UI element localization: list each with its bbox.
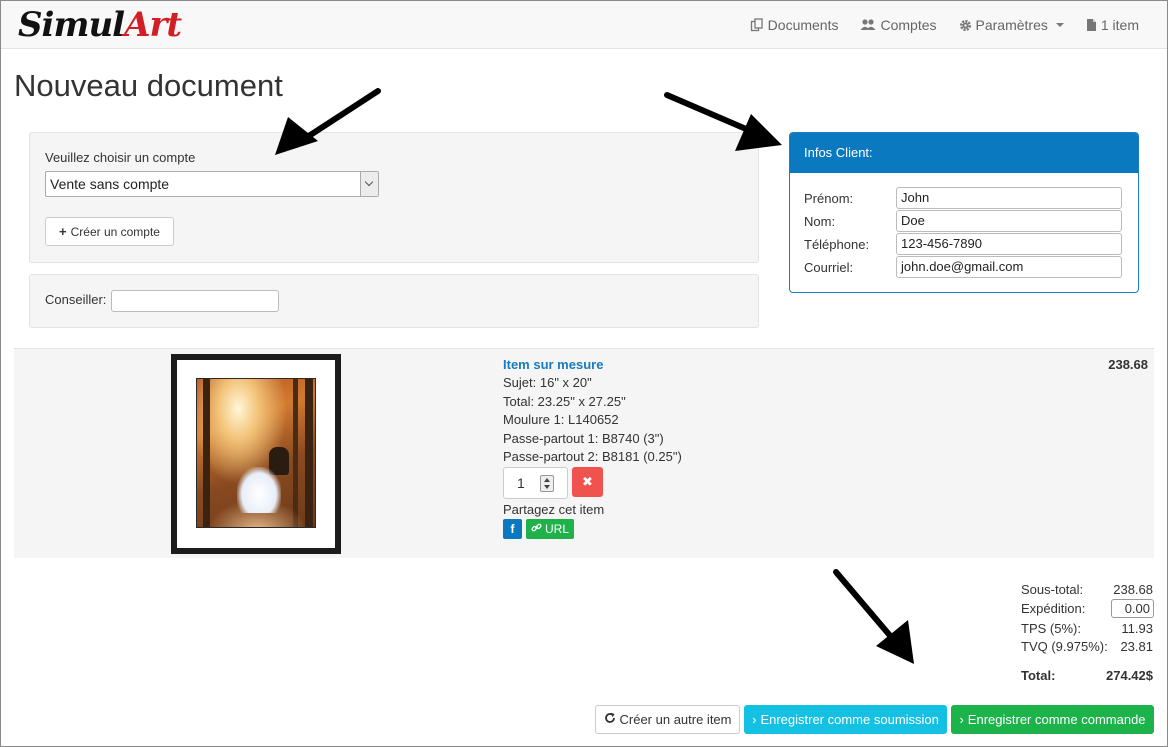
link-icon bbox=[531, 522, 542, 536]
conseiller-input[interactable] bbox=[111, 290, 279, 312]
client-firstname-input[interactable]: John bbox=[896, 187, 1122, 209]
save-as-order-button[interactable]: › Enregistrer comme commande bbox=[951, 705, 1154, 734]
simulart-logo[interactable]: SimulArt bbox=[18, 5, 182, 45]
framed-artwork-preview bbox=[171, 354, 341, 554]
nav-parametres[interactable]: Paramètres bbox=[959, 17, 1064, 33]
wedding-photo bbox=[196, 378, 316, 528]
tps-label: TPS (5%): bbox=[1021, 621, 1081, 636]
account-label: Veuillez choisir un compte bbox=[45, 150, 196, 165]
nav-parametres-label: Paramètres bbox=[975, 17, 1048, 33]
new-item-button[interactable]: Créer un autre item bbox=[595, 705, 740, 734]
facebook-share-button[interactable]: f bbox=[503, 519, 522, 539]
quantity-stepper[interactable]: 1 bbox=[503, 467, 568, 499]
url-share-button[interactable]: URL bbox=[526, 519, 574, 539]
create-account-button[interactable]: + Créer un compte bbox=[45, 217, 174, 246]
account-select-value: Vente sans compte bbox=[50, 176, 170, 192]
save-as-order-label: Enregistrer comme commande bbox=[967, 712, 1146, 727]
users-icon bbox=[860, 18, 876, 32]
share-label: Partagez cet item bbox=[503, 502, 605, 517]
total-value: 274.42$ bbox=[1106, 668, 1153, 683]
shipping-input[interactable]: 0.00 bbox=[1111, 599, 1154, 618]
save-as-quote-button[interactable]: › Enregistrer comme soumission bbox=[744, 705, 947, 734]
facebook-icon: f bbox=[510, 522, 515, 536]
main-nav: Documents Comptes Paramètres 1 item bbox=[750, 1, 1139, 49]
client-lastname-input[interactable]: Doe bbox=[896, 210, 1122, 232]
new-item-label: Créer un autre item bbox=[619, 712, 732, 727]
item-detail-passe-partout-1: Passe-partout 1: B8740 (3") bbox=[503, 431, 664, 446]
account-select[interactable]: Vente sans compte bbox=[45, 171, 379, 197]
item-price: 238.68 bbox=[1108, 357, 1148, 372]
chevron-down-icon bbox=[360, 172, 378, 196]
documents-icon bbox=[750, 18, 764, 32]
client-email-label: Courriel: bbox=[804, 260, 854, 275]
client-phone-input[interactable]: 123-456-7890 bbox=[896, 233, 1122, 255]
file-icon bbox=[1086, 18, 1097, 32]
client-lastname-label: Nom: bbox=[804, 214, 836, 229]
create-account-label: Créer un compte bbox=[70, 224, 160, 239]
nav-documents-label: Documents bbox=[767, 17, 839, 33]
total-label: Total: bbox=[1021, 668, 1056, 683]
url-share-label: URL bbox=[544, 522, 569, 536]
client-info-panel: Infos Client: Prénom: John Nom: Doe Télé… bbox=[789, 132, 1139, 293]
plus-icon: + bbox=[59, 224, 67, 239]
client-info-heading: Infos Client: bbox=[790, 133, 1138, 173]
nav-cart-label: 1 item bbox=[1100, 17, 1139, 33]
nav-cart[interactable]: 1 item bbox=[1086, 17, 1139, 33]
conseiller-label: Conseiller: bbox=[45, 292, 107, 307]
spinner-arrows-icon[interactable] bbox=[540, 475, 554, 492]
tps-value: 11.93 bbox=[1121, 621, 1153, 636]
shipping-label: Expédition: bbox=[1021, 601, 1086, 616]
item-title[interactable]: Item sur mesure bbox=[503, 357, 603, 372]
client-phone-label: Téléphone: bbox=[804, 237, 870, 252]
account-panel: Veuillez choisir un compte Vente sans co… bbox=[29, 132, 759, 263]
remove-item-button[interactable]: ✖ bbox=[572, 467, 603, 497]
close-icon: ✖ bbox=[582, 474, 593, 489]
tvq-value: 23.81 bbox=[1120, 639, 1153, 654]
item-detail-passe-partout-2: Passe-partout 2: B8181 (0.25") bbox=[503, 449, 682, 464]
chevron-right-icon: › bbox=[959, 712, 964, 727]
subtotal-label: Sous-total: bbox=[1021, 582, 1084, 597]
navbar: SimulArt Documents Comptes Paramètres 1 … bbox=[1, 1, 1167, 49]
nav-comptes-label: Comptes bbox=[880, 17, 937, 33]
nav-documents[interactable]: Documents bbox=[750, 17, 839, 33]
chevron-down-icon bbox=[1055, 23, 1064, 27]
subtotal-value: 238.68 bbox=[1113, 582, 1153, 597]
client-firstname-label: Prénom: bbox=[804, 191, 854, 206]
nav-comptes[interactable]: Comptes bbox=[860, 17, 937, 33]
conseiller-panel: Conseiller: bbox=[29, 274, 759, 328]
item-detail-subject: Sujet: 16" x 20" bbox=[503, 375, 592, 390]
quantity-value: 1 bbox=[517, 475, 525, 491]
passe-partout-mat bbox=[177, 360, 335, 548]
item-detail-total: Total: 23.25" x 27.25" bbox=[503, 394, 626, 409]
gear-icon bbox=[959, 19, 972, 32]
save-as-quote-label: Enregistrer comme soumission bbox=[760, 712, 939, 727]
tvq-label: TVQ (9.975%): bbox=[1021, 639, 1108, 654]
arrow-to-save-order-icon bbox=[833, 569, 914, 664]
item-detail-moulure: Moulure 1: L140652 bbox=[503, 412, 619, 427]
client-email-input[interactable]: john.doe@gmail.com bbox=[896, 256, 1122, 278]
chevron-right-icon: › bbox=[752, 712, 757, 727]
refresh-icon bbox=[604, 712, 616, 727]
page-title: Nouveau document bbox=[14, 68, 283, 103]
